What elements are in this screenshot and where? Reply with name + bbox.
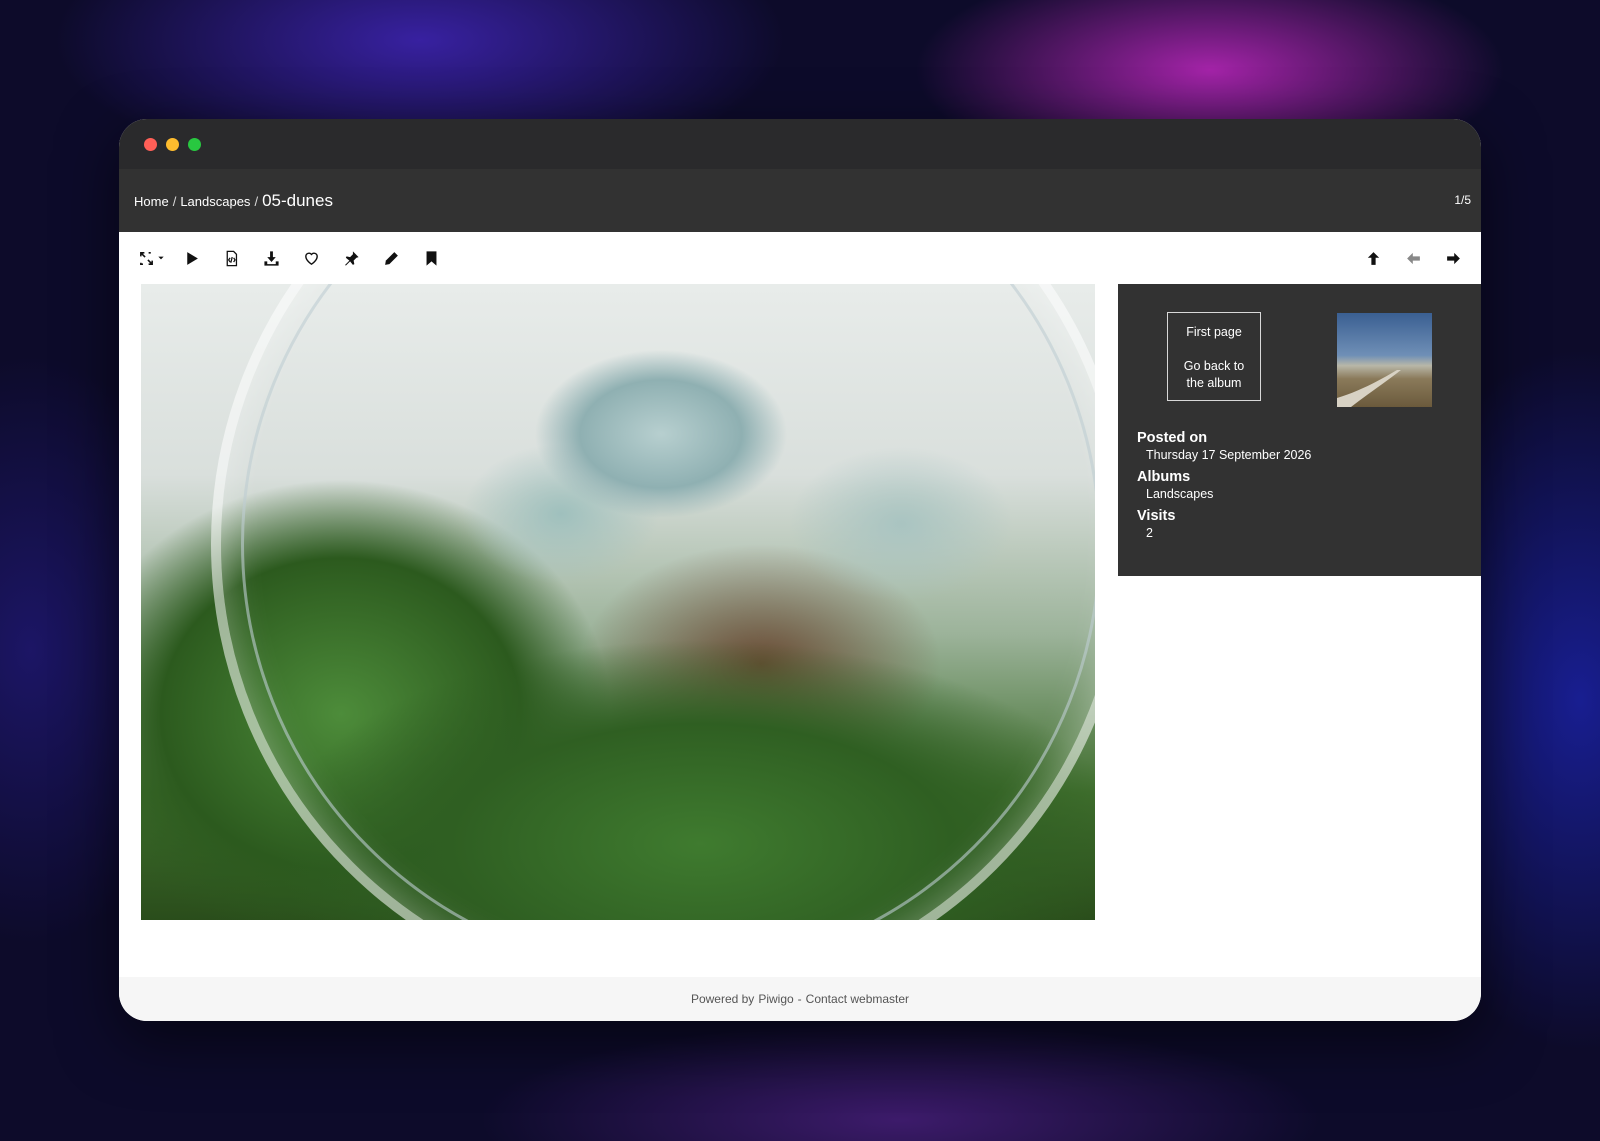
- contact-webmaster-link[interactable]: Contact webmaster: [806, 992, 909, 1006]
- up-to-album-button[interactable]: [1353, 238, 1393, 278]
- page-title: 05-dunes: [262, 190, 333, 210]
- visits-value: 2: [1146, 526, 1153, 540]
- visits-label: Visits: [1137, 508, 1176, 524]
- posted-on-value: Thursday 17 September 2026: [1146, 448, 1312, 462]
- page-header: Home / Landscapes / 05-dunes 1/5: [119, 169, 1481, 232]
- previous-arrow-icon: [1406, 252, 1420, 264]
- heart-icon: [304, 252, 318, 265]
- next-arrow-icon: [1446, 252, 1460, 264]
- breadcrumb-separator: /: [172, 193, 177, 209]
- page-footer: Powered by Piwigo - Contact webmaster: [119, 977, 1481, 1021]
- bookmark-icon: [426, 250, 436, 266]
- footer-separator: -: [797, 992, 802, 1006]
- next-image-button[interactable]: [1433, 238, 1473, 278]
- breadcrumb-separator: /: [254, 193, 259, 209]
- play-icon: [186, 251, 198, 265]
- embed-code-button[interactable]: [211, 238, 251, 278]
- embed-code-icon: [226, 250, 237, 266]
- download-button[interactable]: [251, 238, 291, 278]
- breadcrumb-home-link[interactable]: Home: [134, 194, 169, 209]
- breadcrumb: Home / Landscapes / 05-dunes: [134, 191, 333, 211]
- previous-image-button[interactable]: [1393, 238, 1433, 278]
- favorite-button[interactable]: [291, 238, 331, 278]
- photo-glass-edge: [241, 284, 1095, 920]
- edit-button[interactable]: [371, 238, 411, 278]
- first-page-label: First page: [1186, 325, 1242, 339]
- download-icon: [263, 250, 279, 266]
- road-thumbnail-image: [1337, 370, 1401, 407]
- image-properties: Posted on Thursday 17 September 2026 Alb…: [1137, 430, 1311, 547]
- piwigo-link[interactable]: Piwigo: [758, 992, 793, 1006]
- image-toolbar: [119, 232, 1481, 284]
- pencil-icon: [384, 251, 398, 265]
- back-to-album-button[interactable]: First page Go back to the album: [1167, 312, 1261, 401]
- chevron-down-icon: [157, 256, 164, 260]
- fullscreen-icon: [139, 251, 153, 265]
- main-photo[interactable]: [141, 284, 1095, 920]
- powered-by-text: Powered by: [690, 992, 755, 1006]
- bookmark-button[interactable]: [411, 238, 451, 278]
- image-navigation: [1353, 238, 1473, 278]
- window-titlebar: [119, 119, 1481, 169]
- posted-on-label: Posted on: [1137, 430, 1208, 446]
- slideshow-button[interactable]: [171, 238, 211, 278]
- back-label-line1: Go back to: [1183, 359, 1245, 373]
- back-label-line2: the album: [1186, 376, 1242, 390]
- close-window-button[interactable]: [144, 138, 157, 151]
- fullscreen-button[interactable]: [131, 238, 171, 278]
- next-image-thumbnail[interactable]: [1337, 313, 1432, 407]
- albums-label: Albums: [1137, 469, 1191, 485]
- pin-icon: [344, 250, 359, 266]
- minimize-window-button[interactable]: [166, 138, 179, 151]
- pin-button[interactable]: [331, 238, 371, 278]
- browser-window: Home / Landscapes / 05-dunes 1/5 First p…: [119, 119, 1481, 1021]
- albums-value-link[interactable]: Landscapes: [1137, 487, 1311, 501]
- zoom-window-button[interactable]: [188, 138, 201, 151]
- image-info-panel: First page Go back to the album Posted o…: [1118, 284, 1481, 576]
- up-arrow-icon: [1367, 251, 1379, 265]
- image-counter: 1/5: [1454, 193, 1471, 207]
- breadcrumb-album-link[interactable]: Landscapes: [180, 194, 250, 209]
